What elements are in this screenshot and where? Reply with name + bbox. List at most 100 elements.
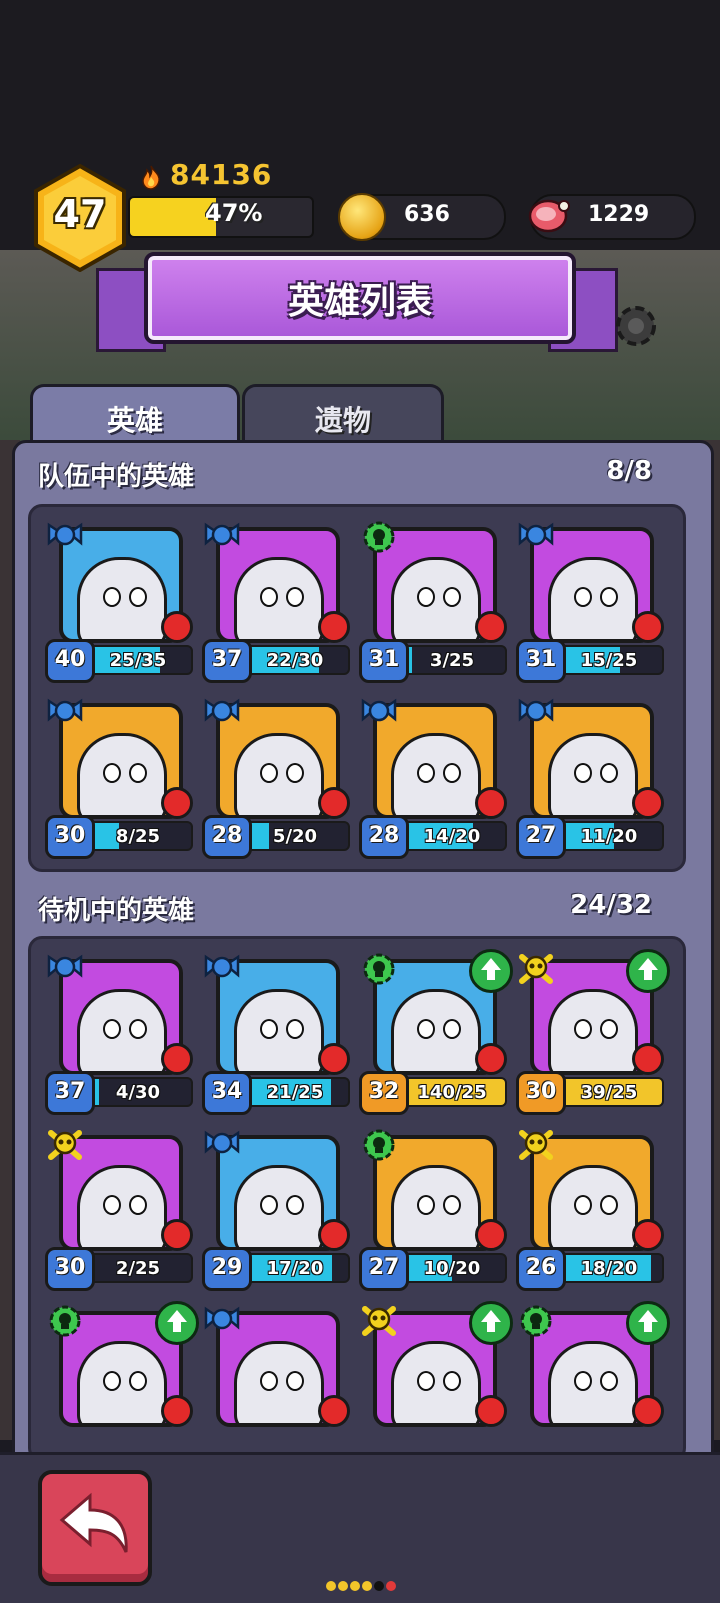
- reserve-hero-card[interactable]: [202, 1301, 352, 1459]
- shard-progress-bar: 11/20: [554, 821, 664, 851]
- pager-dot: [338, 1581, 348, 1591]
- shard-count: 140/25: [417, 1082, 487, 1103]
- reserve-hero-card[interactable]: 32 140/25: [359, 949, 513, 1119]
- gear-class-icon: [359, 949, 399, 989]
- shard-progress-bar: 15/25: [554, 645, 664, 675]
- reserve-hero-card[interactable]: 34 21/25: [202, 949, 352, 1119]
- shard-progress-bar: 10/20: [397, 1253, 507, 1283]
- reserve-hero-card[interactable]: 29 17/20: [202, 1125, 352, 1295]
- wing-class-icon: [359, 693, 399, 733]
- hero-level: 37: [211, 647, 243, 672]
- coin-value: 636: [404, 202, 450, 227]
- notification-dot: [318, 1043, 350, 1075]
- wing-class-icon: [202, 1301, 242, 1341]
- team-hero-card[interactable]: 37 22/30: [202, 517, 352, 687]
- notification-dot: [161, 1043, 193, 1075]
- coin-counter[interactable]: 636: [338, 193, 506, 241]
- hero-level-badge: 29: [202, 1247, 252, 1291]
- meat-value: 1229: [588, 202, 650, 227]
- hero-level: 29: [211, 1255, 243, 1280]
- reserve-hero-card[interactable]: 26 18/20: [516, 1125, 666, 1295]
- notification-dot: [632, 1395, 664, 1427]
- shard-count: 18/20: [580, 1258, 638, 1279]
- upgrade-arrow-icon: [469, 949, 513, 993]
- notification-dot: [475, 611, 507, 643]
- pager-dot: [374, 1581, 384, 1591]
- wing-class-icon: [202, 1125, 242, 1165]
- team-hero-card[interactable]: 28 14/20: [359, 693, 509, 863]
- hero-level: 40: [54, 647, 86, 672]
- team-hero-card[interactable]: 40 25/35: [45, 517, 195, 687]
- gear-class-icon: [359, 1125, 399, 1165]
- notification-dot: [318, 787, 350, 819]
- gear-class-icon: [359, 517, 399, 557]
- notification-dot: [475, 1395, 507, 1427]
- team-hero-card[interactable]: 27 11/20: [516, 693, 666, 863]
- reserve-hero-card[interactable]: 37 4/30: [45, 949, 195, 1119]
- hero-level-badge: 27: [359, 1247, 409, 1291]
- shard-count: 22/30: [266, 650, 324, 671]
- shard-progress-bar: 3/25: [397, 645, 507, 675]
- notification-dot: [632, 611, 664, 643]
- team-section-title: 队伍中的英雄: [38, 462, 195, 492]
- reserve-hero-card[interactable]: 27 10/20: [359, 1125, 509, 1295]
- shard-count: 15/25: [580, 650, 638, 671]
- reserve-hero-card[interactable]: 30 2/25: [45, 1125, 195, 1295]
- shard-count: 3/25: [429, 650, 475, 671]
- meat-counter[interactable]: 1229: [528, 194, 696, 240]
- hero-level: 34: [211, 1079, 243, 1104]
- notification-dot: [161, 1219, 193, 1251]
- reserve-hero-card[interactable]: [359, 1301, 513, 1459]
- wing-class-icon: [45, 949, 85, 989]
- reserve-hero-card[interactable]: 30 39/25: [516, 949, 670, 1119]
- wing-class-icon: [516, 517, 556, 557]
- gear-class-icon: [516, 1301, 556, 1341]
- shard-progress-bar: 5/20: [240, 821, 350, 851]
- hero-level-badge: 31: [359, 639, 409, 683]
- notification-dot: [318, 1395, 350, 1427]
- shard-progress-bar: 8/25: [83, 821, 193, 851]
- shard-count: 14/20: [423, 826, 481, 847]
- shard-count: 11/20: [580, 826, 638, 847]
- hero-level: 32: [368, 1079, 400, 1104]
- shard-progress-bar: 2/25: [83, 1253, 193, 1283]
- gear-icon[interactable]: [608, 298, 664, 354]
- shard-progress-bar: 21/25: [240, 1077, 350, 1107]
- skull-class-icon: [516, 949, 556, 989]
- page-title: 英雄列表: [287, 281, 432, 322]
- tab-heroes[interactable]: 英雄: [30, 384, 240, 445]
- hero-level-badge: 34: [202, 1071, 252, 1115]
- hero-level-badge: 30: [516, 1071, 566, 1115]
- notification-dot: [161, 1395, 193, 1427]
- shard-count: 39/25: [580, 1082, 638, 1103]
- wing-class-icon: [45, 517, 85, 557]
- hero-level-badge: 28: [202, 815, 252, 859]
- upgrade-arrow-icon: [155, 1301, 199, 1345]
- team-hero-card[interactable]: 30 8/25: [45, 693, 195, 863]
- player-level: 47: [53, 192, 107, 236]
- hero-level-badge: 32: [359, 1071, 409, 1115]
- team-hero-card[interactable]: 31 15/25: [516, 517, 666, 687]
- reserve-hero-card[interactable]: [45, 1301, 199, 1459]
- reserve-count: 24/32: [570, 890, 652, 920]
- team-hero-card[interactable]: 31 3/25: [359, 517, 509, 687]
- reserve-hero-card[interactable]: [516, 1301, 670, 1459]
- tab-heroes-label: 英雄: [106, 404, 163, 437]
- tab-relics[interactable]: 遗物: [242, 384, 444, 445]
- wing-class-icon: [202, 949, 242, 989]
- shard-progress-bar: 25/35: [83, 645, 193, 675]
- shard-progress-bar: 14/20: [397, 821, 507, 851]
- shard-progress-bar: 39/25: [554, 1077, 664, 1107]
- xp-percent: 47%: [205, 199, 263, 227]
- hero-level-badge: 26: [516, 1247, 566, 1291]
- hero-level: 26: [525, 1255, 557, 1280]
- flame-icon: [142, 165, 160, 190]
- skull-class-icon: [516, 1125, 556, 1165]
- team-hero-card[interactable]: 28 5/20: [202, 693, 352, 863]
- player-level-badge[interactable]: 47: [32, 164, 128, 272]
- hero-level-badge: 30: [45, 815, 95, 859]
- back-button[interactable]: [38, 1470, 152, 1586]
- hero-level: 30: [525, 1079, 557, 1104]
- hero-level-badge: 40: [45, 639, 95, 683]
- shard-count: 4/30: [115, 1082, 161, 1103]
